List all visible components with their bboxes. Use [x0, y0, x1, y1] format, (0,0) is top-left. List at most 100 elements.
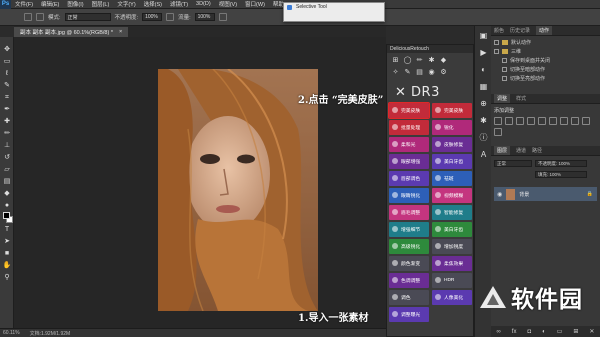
tab-layers[interactable]: 图层 — [494, 146, 511, 155]
tab-adjustments[interactable]: 调整 — [494, 94, 511, 103]
airbrush-icon[interactable] — [218, 13, 227, 21]
menu-filter[interactable]: 滤镜(T) — [166, 0, 192, 8]
foreground-color-swatch[interactable] — [3, 212, 10, 219]
hand-tool-icon[interactable]: ✋ — [2, 261, 12, 271]
stamp-tool-icon[interactable]: ⊥ — [2, 141, 12, 151]
pencil-icon[interactable]: ✎ — [403, 68, 412, 77]
dr-action-button[interactable]: 色调调整 — [389, 273, 429, 288]
dr-action-button[interactable]: 柔焦效果 — [432, 256, 472, 271]
action-item[interactable]: 保存到桌面并关闭 — [494, 56, 597, 65]
blur-tool-icon[interactable]: ◆ — [2, 189, 12, 199]
document-tab[interactable]: 副本 副本 副本.jpg @ 60.1%(RGB/8) * × — [14, 27, 129, 37]
opacity-input[interactable]: 100% — [142, 13, 163, 21]
history-brush-icon[interactable]: ↺ — [2, 153, 12, 163]
brush-panel-icon[interactable] — [36, 13, 44, 21]
eye-icon[interactable]: ◉ — [427, 68, 436, 77]
dr-action-button[interactable]: 增强细节 — [389, 222, 429, 237]
mode-select[interactable]: 正常 — [64, 13, 111, 21]
circle-icon[interactable]: ◯ — [403, 56, 412, 65]
dr-action-button[interactable]: 眼睛锐化 — [389, 188, 429, 203]
new-layer-icon[interactable]: ⊞ — [573, 328, 578, 335]
healing-tool-icon[interactable]: ✚ — [2, 117, 12, 127]
gradient-tool-icon[interactable]: ▤ — [2, 177, 12, 187]
eyedropper-tool-icon[interactable]: ✒ — [2, 105, 12, 115]
dr-action-button[interactable]: 调色 — [389, 290, 429, 305]
quick-select-tool-icon[interactable]: ✎ — [2, 81, 12, 91]
dr-action-button[interactable]: 人像美化 — [432, 290, 472, 305]
photo-filter-icon[interactable] — [582, 117, 590, 125]
star-icon[interactable]: ✱ — [427, 56, 436, 65]
trash-icon[interactable]: ✕ — [589, 328, 594, 335]
flow-input[interactable]: 100% — [194, 13, 215, 21]
swatches-icon[interactable]: ⊕ — [478, 98, 489, 109]
adjust-layer-icon[interactable]: ◐ — [542, 329, 546, 335]
dr-action-button[interactable]: 完美皮肤 — [432, 103, 472, 118]
menu-select[interactable]: 选择(S) — [140, 0, 166, 8]
dodge-tool-icon[interactable]: ● — [2, 201, 12, 211]
dr-action-button[interactable]: 视频模糊 — [432, 188, 472, 203]
layers-icon[interactable]: ▤ — [415, 68, 424, 77]
action-check[interactable] — [502, 67, 507, 72]
dr-action-button[interactable]: 唇部调色 — [389, 171, 429, 186]
dr-action-button[interactable]: 美白牙齿 — [432, 222, 472, 237]
action-check[interactable] — [502, 76, 507, 81]
brush-preset-icon[interactable] — [24, 13, 32, 21]
portrait-photo[interactable] — [158, 69, 318, 311]
menu-edit[interactable]: 编辑(E) — [37, 0, 63, 8]
character-icon[interactable]: A — [478, 149, 489, 160]
vibrance-icon[interactable] — [538, 117, 546, 125]
brush-tool-icon[interactable]: ✏ — [2, 129, 12, 139]
close-icon[interactable]: × — [119, 29, 122, 35]
mask-icon[interactable]: ◘ — [527, 329, 531, 335]
eraser-tool-icon[interactable]: ▱ — [2, 165, 12, 175]
fx-icon[interactable]: fx — [512, 329, 517, 335]
dr-action-button[interactable]: 柔和光 — [389, 137, 429, 152]
tab-history[interactable]: 历史记录 — [510, 27, 530, 34]
dr-action-button[interactable]: 智能修复 — [432, 205, 472, 220]
exposure-icon[interactable] — [527, 117, 535, 125]
perfect-skin-button[interactable]: 完美皮肤 — [388, 102, 430, 119]
action-item[interactable]: 默认动作 — [494, 38, 597, 47]
menu-type[interactable]: 文字(Y) — [113, 0, 139, 8]
action-item[interactable]: 三维 — [494, 47, 597, 56]
dr-action-button[interactable]: 美白牙齿 — [432, 154, 472, 169]
tab-paths[interactable]: 路径 — [532, 147, 542, 154]
blend-mode-select[interactable]: 正常 — [494, 160, 532, 167]
color-icon[interactable]: ▦ — [478, 81, 489, 92]
balance-icon[interactable] — [560, 117, 568, 125]
levels-icon[interactable] — [505, 117, 513, 125]
menu-window[interactable]: 窗口(W) — [241, 0, 269, 8]
action-check[interactable] — [494, 40, 499, 45]
crop-tool-icon[interactable]: ⌗ — [2, 93, 12, 103]
adjust-icon[interactable]: ◐ — [478, 64, 489, 75]
path-select-tool-icon[interactable]: ➤ — [2, 237, 12, 247]
menu-layer[interactable]: 图层(L) — [88, 0, 114, 8]
dr-action-button[interactable]: 调整曝光 — [389, 307, 429, 322]
tab-channels[interactable]: 通道 — [516, 147, 526, 154]
tab-actions[interactable]: 动作 — [536, 26, 553, 35]
menu-view[interactable]: 视图(V) — [215, 0, 241, 8]
layer-opacity[interactable]: 不透明度: 100% — [535, 160, 587, 167]
dr-action-button[interactable]: 眼部增强 — [389, 154, 429, 169]
zoom-tool-icon[interactable]: ⚲ — [2, 273, 12, 283]
dr-action-button[interactable]: 祛斑 — [432, 171, 472, 186]
marquee-tool-icon[interactable]: ▭ — [2, 57, 12, 67]
brightness-icon[interactable] — [494, 117, 502, 125]
zoom-level[interactable]: 60.11% — [3, 330, 20, 336]
type-tool-icon[interactable]: T — [2, 225, 12, 235]
action-check[interactable] — [502, 58, 507, 63]
brush-settings-icon[interactable]: ✱ — [478, 115, 489, 126]
layer-row-background[interactable]: ◉ 背景 🔒 — [494, 187, 597, 201]
dr-action-button[interactable]: 眉毛调整 — [389, 205, 429, 220]
curves-icon[interactable] — [516, 117, 524, 125]
dr-action-button[interactable]: HDR — [432, 273, 472, 288]
info-icon[interactable]: ⓘ — [478, 132, 489, 143]
dr-action-button[interactable]: 锐化 — [432, 120, 472, 135]
selective-tool-dialog[interactable]: Selective Tool — [283, 2, 385, 22]
action-check[interactable] — [494, 49, 499, 54]
eye-icon[interactable]: ◉ — [497, 191, 502, 198]
tab-styles[interactable]: 样式 — [516, 95, 526, 102]
menu-file[interactable]: 文件(F) — [11, 0, 37, 8]
brush-icon[interactable]: ✏ — [415, 56, 424, 65]
dr-action-button[interactable]: 批量处理 — [389, 120, 429, 135]
